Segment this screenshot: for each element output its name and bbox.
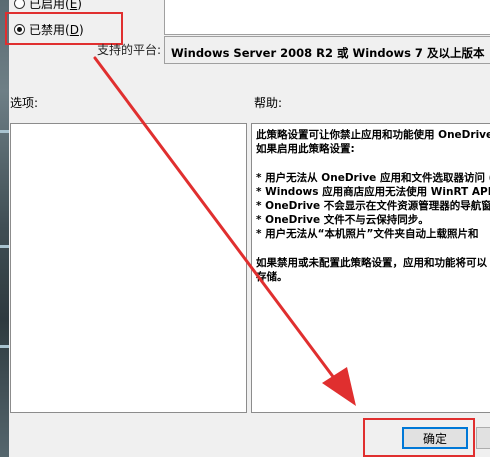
platform-label: 支持的平台: bbox=[97, 43, 162, 57]
help-line: 如果启用此策略设置: bbox=[256, 143, 355, 156]
help-panel[interactable]: 此策略设置可让你禁止应用和功能使用 OneDrive 如果启用此策略设置: * … bbox=[251, 123, 490, 413]
help-line: * Windows 应用商店应用无法使用 WinRT API bbox=[256, 185, 490, 198]
help-line: * OneDrive 文件不与云保持同步。 bbox=[256, 214, 429, 227]
background-window-strip bbox=[0, 0, 9, 457]
help-line bbox=[256, 156, 490, 170]
radio-disabled-label: 已禁用(D) bbox=[29, 22, 84, 37]
help-line: * 用户无法从 OneDrive 应用和文件选取器访问 ( bbox=[256, 171, 490, 184]
help-line: * 用户无法从“本机照片”文件夹自动上载照片和 bbox=[256, 228, 479, 241]
help-line bbox=[256, 242, 490, 256]
help-label: 帮助: bbox=[254, 96, 283, 110]
radio-enabled-circle[interactable] bbox=[14, 0, 25, 9]
comment-textarea[interactable] bbox=[164, 0, 490, 35]
help-line: 存储。 bbox=[256, 271, 288, 283]
ok-button[interactable]: 确定 bbox=[402, 427, 468, 449]
options-label: 选项: bbox=[10, 96, 39, 110]
radio-enabled[interactable]: 已启用(E) bbox=[14, 0, 82, 12]
radio-disabled[interactable]: 已禁用(D) bbox=[14, 20, 84, 38]
help-line: 如果禁用或未配置此策略设置，应用和功能将可以 bbox=[256, 256, 487, 269]
radio-disabled-circle[interactable] bbox=[14, 23, 25, 35]
options-panel bbox=[10, 123, 247, 413]
cancel-button[interactable] bbox=[476, 427, 490, 449]
platform-value: Windows Server 2008 R2 或 Windows 7 及以上版本 bbox=[164, 36, 490, 64]
help-line: 此策略设置可让你禁止应用和功能使用 OneDrive bbox=[256, 129, 490, 141]
radio-enabled-label: 已启用(E) bbox=[29, 0, 82, 11]
help-line: * OneDrive 不会显示在文件资源管理器的导航窗 bbox=[256, 200, 490, 212]
